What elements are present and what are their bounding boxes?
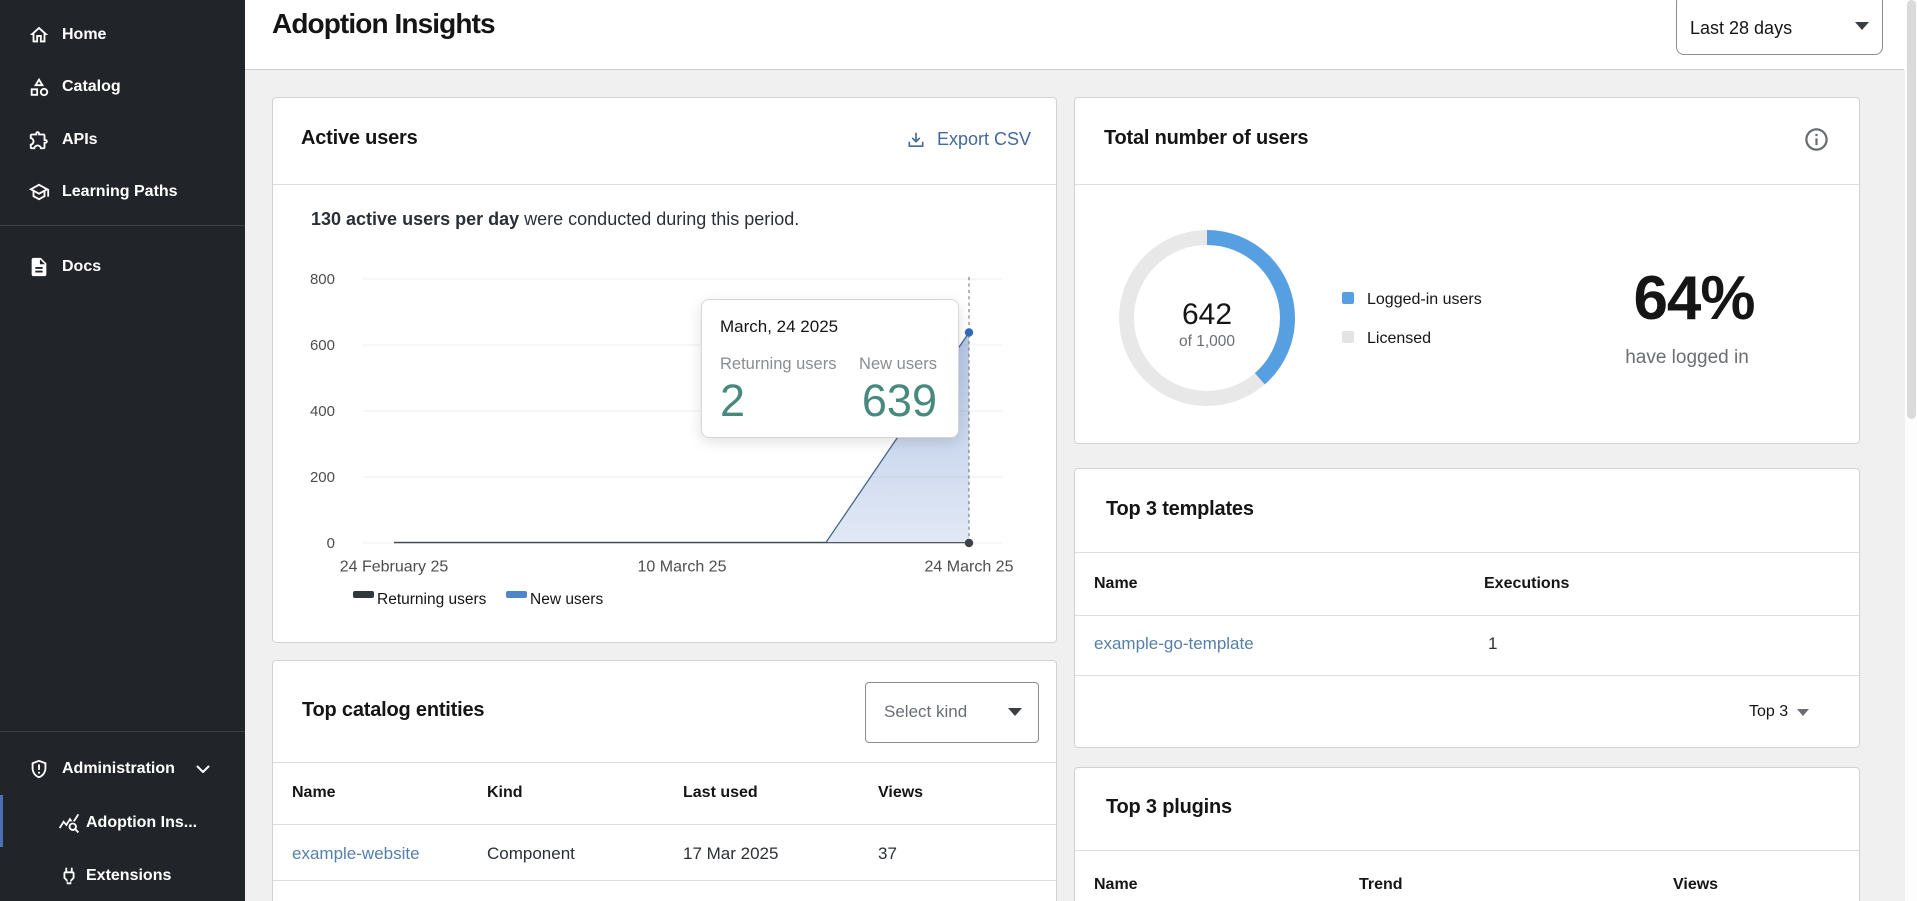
svg-text:Licensed: Licensed (1367, 330, 1431, 347)
svg-text:have logged in: have logged in (1625, 347, 1749, 368)
svg-text:642: 642 (1182, 298, 1232, 331)
svg-text:400: 400 (310, 403, 335, 420)
svg-text:Returning users: Returning users (377, 591, 487, 608)
svg-text:24 March 25: 24 March 25 (925, 559, 1014, 576)
svg-text:New users: New users (530, 591, 603, 608)
svg-text:200: 200 (310, 469, 335, 486)
svg-text:600: 600 (310, 337, 335, 354)
svg-text:800: 800 (310, 271, 335, 288)
svg-text:10 March 25: 10 March 25 (638, 559, 727, 576)
svg-text:64%: 64% (1633, 264, 1754, 333)
svg-text:24 February 25: 24 February 25 (340, 559, 449, 576)
svg-text:Logged-in users: Logged-in users (1367, 291, 1482, 308)
svg-text:of 1,000: of 1,000 (1179, 333, 1235, 350)
svg-text:0: 0 (327, 535, 335, 552)
